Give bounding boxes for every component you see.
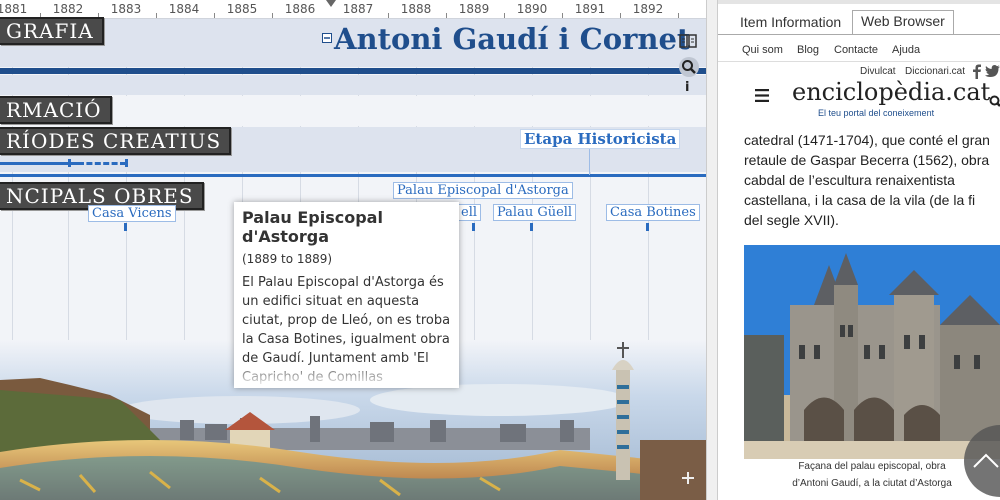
year-label: 1892 [632, 2, 664, 16]
era-connector [589, 148, 590, 175]
year-label: 1883 [110, 2, 142, 16]
ruler-tick [214, 13, 215, 18]
category-label-periodes[interactable]: RÍODES CREATIUS [0, 127, 232, 155]
timeline-title[interactable]: Antoni Gaudí i Cornet [334, 22, 690, 56]
zoom-plus-icon[interactable] [680, 470, 696, 486]
link-divulcat[interactable]: Divulcat [860, 66, 896, 77]
tooltip-dates: (1889 to 1889) [242, 252, 333, 266]
event-marker[interactable] [530, 223, 533, 231]
event-marker[interactable] [472, 223, 475, 231]
time-marker-icon[interactable] [326, 0, 336, 8]
life-span-bar[interactable] [0, 68, 706, 74]
panel-top-edge [718, 0, 1000, 4]
event-palau-guell-partial[interactable]: ell [457, 204, 482, 221]
event-marker[interactable] [646, 223, 649, 231]
collapse-icon[interactable] [322, 33, 332, 43]
search-icon[interactable] [678, 56, 700, 78]
side-panel: Item Information Web Browser Qui som Blo… [718, 0, 1000, 500]
ruler-tick [156, 13, 157, 18]
year-label: 1886 [284, 2, 316, 16]
tooltip-title: Palau Episcopal d'Astorga [242, 208, 383, 246]
year-label: 1882 [52, 2, 84, 16]
year-label: 1887 [342, 2, 374, 16]
scroll-to-top-button[interactable] [952, 423, 1000, 500]
year-label: 1881 [0, 2, 28, 16]
site-search-icon[interactable] [989, 95, 1000, 108]
facebook-icon[interactable] [972, 64, 982, 79]
period-bar-solid[interactable] [0, 162, 78, 165]
period-marker[interactable] [125, 159, 128, 167]
category-label-formacio[interactable]: RMACIÓ [0, 96, 112, 124]
period-line [0, 174, 706, 177]
period-bar-dashed[interactable] [78, 162, 126, 165]
book-icon[interactable] [679, 34, 697, 48]
period-marker[interactable] [68, 159, 71, 167]
nav-divider [718, 61, 1000, 62]
ruler-tick [678, 13, 679, 18]
era-label-historicista[interactable]: Etapa Historicista [520, 129, 681, 149]
event-casa-botines[interactable]: Casa Botines [606, 204, 700, 221]
nav-link-ajuda[interactable]: Ajuda [892, 44, 920, 56]
year-label: 1884 [168, 2, 200, 16]
nav-link-blog[interactable]: Blog [797, 44, 819, 56]
biografia-band-lower [0, 75, 706, 95]
year-ruler[interactable]: 1881 1882 1883 1884 1885 1886 1887 1888 … [0, 0, 706, 19]
tab-item-information[interactable]: Item Information [732, 12, 849, 34]
ruler-tick [620, 13, 621, 18]
event-marker[interactable] [124, 223, 127, 231]
ruler-tick [446, 13, 447, 18]
year-label: 1891 [574, 2, 606, 16]
timeline-view[interactable]: 1881 1882 1883 1884 1885 1886 1887 1888 … [0, 0, 706, 500]
event-palau-astorga[interactable]: Palau Episcopal d'Astorga [393, 182, 573, 199]
event-tooltip[interactable]: Palau Episcopal d'Astorga (1889 to 1889)… [234, 202, 459, 388]
tab-divider [718, 34, 1000, 35]
ruler-tick [388, 13, 389, 18]
ruler-tick [504, 13, 505, 18]
site-tagline: El teu portal del coneixement [818, 108, 935, 118]
event-palau-guell[interactable]: Palau Güell [493, 204, 577, 221]
nav-link-qui-som[interactable]: Qui som [742, 44, 783, 56]
year-label: 1888 [400, 2, 432, 16]
article-text: catedral (1471-1704), que conté el gran … [744, 132, 990, 228]
year-label: 1889 [458, 2, 490, 16]
pane-splitter[interactable] [706, 0, 718, 500]
site-logo[interactable]: enciclopèdia.cat [792, 78, 990, 106]
nav-link-contacte[interactable]: Contacte [834, 44, 878, 56]
category-label-biografia[interactable]: GRAFIA [0, 17, 104, 45]
tab-web-browser[interactable]: Web Browser [852, 10, 954, 35]
info-icon[interactable]: i [685, 80, 689, 95]
ruler-tick [562, 13, 563, 18]
tooltip-fade [234, 360, 459, 388]
year-label: 1885 [226, 2, 258, 16]
hamburger-menu-icon[interactable] [755, 89, 769, 102]
event-casa-vicens[interactable]: Casa Vicens [88, 205, 176, 222]
year-label: 1890 [516, 2, 548, 16]
ruler-tick [272, 13, 273, 18]
twitter-icon[interactable] [985, 65, 1000, 78]
link-diccionari[interactable]: Diccionari.cat [905, 66, 965, 77]
